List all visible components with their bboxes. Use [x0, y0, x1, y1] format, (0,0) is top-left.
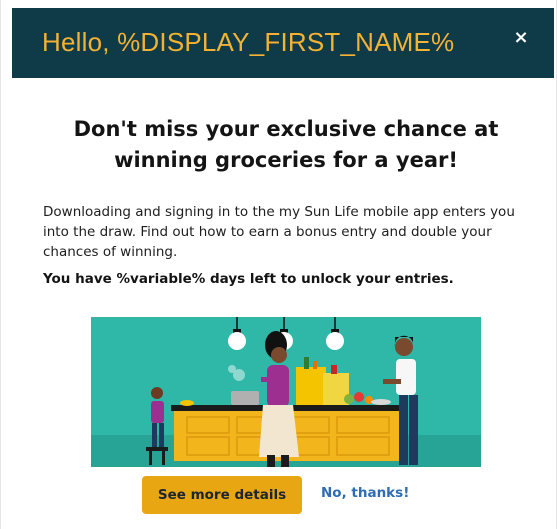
days-left-text: You have %variable% days left to unlock …: [43, 271, 454, 287]
family-in-kitchen-illustration: [91, 317, 481, 467]
cooking-pot: [231, 391, 259, 405]
see-more-details-button[interactable]: See more details: [142, 476, 302, 514]
headline: Don't miss your exclusive chance at winn…: [73, 117, 499, 172]
banana: [180, 400, 194, 406]
close-button[interactable]: ×: [510, 27, 532, 49]
close-icon: ×: [513, 27, 529, 48]
body-text: Downloading and signing in to the my Sun…: [43, 204, 515, 260]
modal-header: Hello, %DISPLAY_FIRST_NAME% ×: [12, 8, 554, 78]
no-thanks-link[interactable]: No, thanks!: [321, 485, 409, 501]
promo-modal: Hello, %DISPLAY_FIRST_NAME% × Don't miss…: [0, 0, 557, 529]
illustration-svg: [91, 317, 481, 467]
greeting-title: Hello, %DISPLAY_FIRST_NAME%: [42, 27, 455, 57]
